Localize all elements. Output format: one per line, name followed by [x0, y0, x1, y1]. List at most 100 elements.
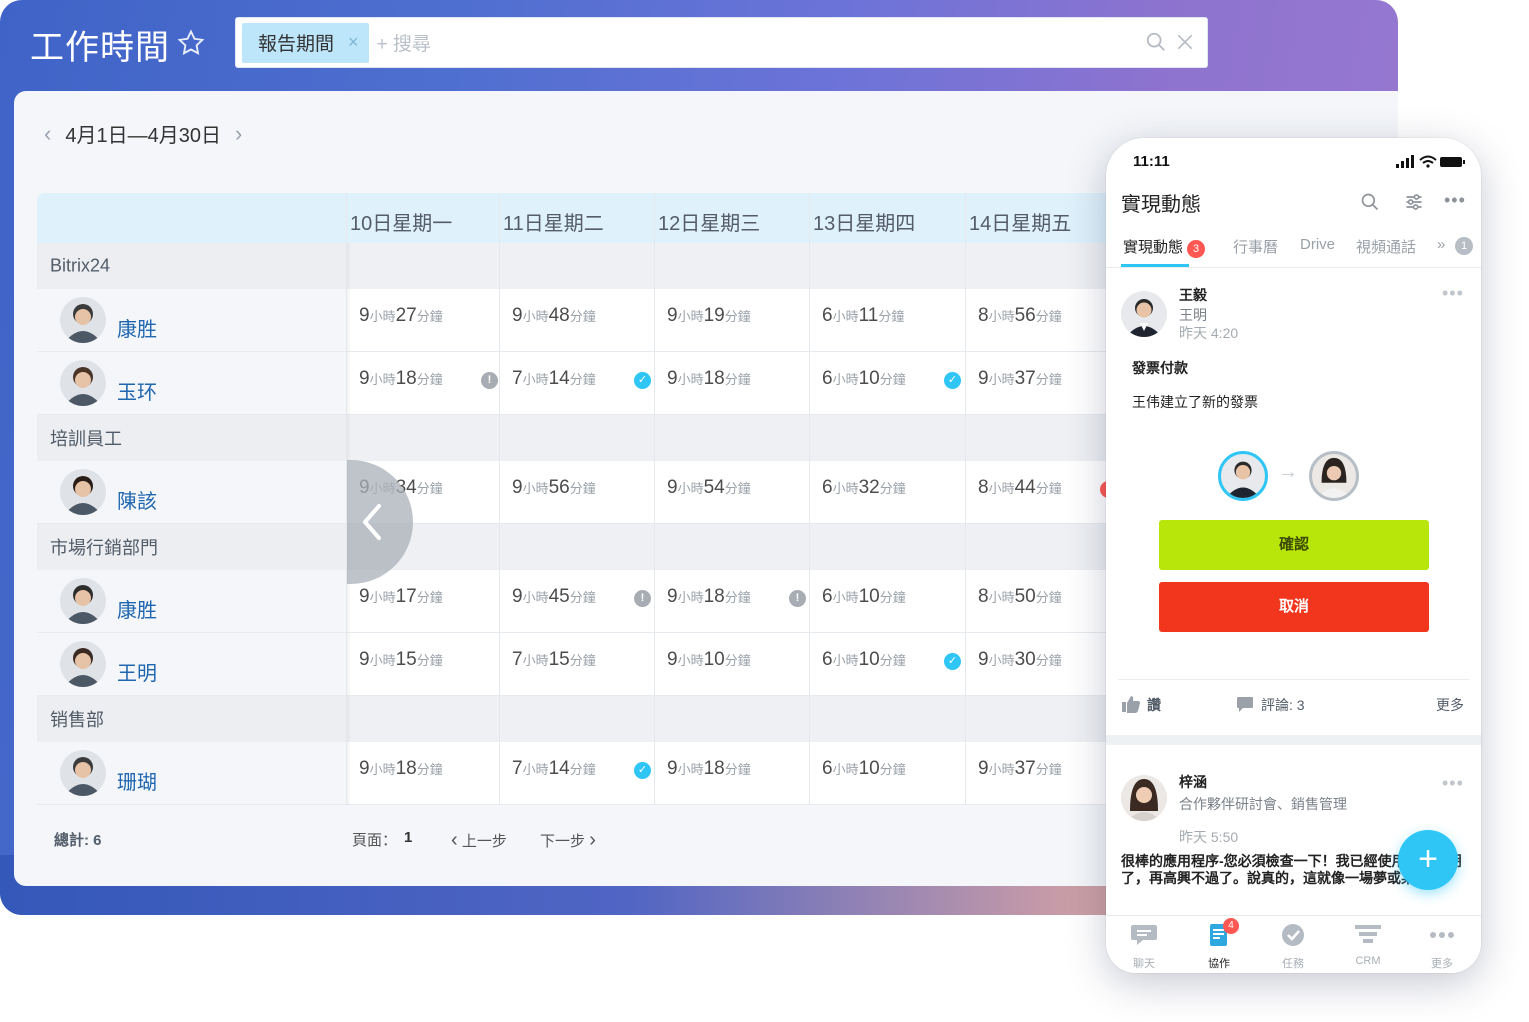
confirm-button[interactable]: 確認	[1159, 520, 1429, 570]
chip-close-icon[interactable]: ×	[348, 32, 359, 53]
prev-period-icon[interactable]: ‹	[44, 121, 51, 147]
minutes-value: 18	[703, 586, 725, 607]
employee-name[interactable]: 陳該	[117, 485, 157, 514]
work-time-cell[interactable]: 9小時10分鐘	[667, 649, 751, 671]
avatar[interactable]	[1121, 291, 1167, 337]
work-time-cell[interactable]: 6小時10分鐘	[822, 758, 906, 780]
cancel-button[interactable]: 取消	[1159, 582, 1429, 632]
work-time-cell[interactable]: 6小時10分鐘	[822, 368, 906, 390]
avatar[interactable]	[60, 578, 106, 624]
tabs-overflow-icon[interactable]: »	[1437, 236, 1445, 253]
avatar[interactable]	[60, 297, 106, 343]
work-time-cell[interactable]: 8小時44分鐘	[978, 477, 1062, 499]
work-time-cell[interactable]: 9小時18分鐘	[667, 586, 751, 608]
work-time-cell[interactable]: 9小時19分鐘	[667, 305, 751, 327]
employee-name[interactable]: 康胜	[117, 313, 157, 342]
post-menu-icon[interactable]: •••	[1442, 283, 1464, 304]
work-time-cell[interactable]: 9小時17分鐘	[359, 586, 443, 608]
work-time-cell[interactable]: 8小時50分鐘	[978, 586, 1062, 608]
hours-unit: 小時	[832, 653, 859, 668]
minutes-value: 10	[858, 368, 880, 389]
like-icon[interactable]	[1121, 695, 1141, 713]
tab-feed[interactable]: 實現動態 3	[1123, 236, 1206, 258]
work-time-cell[interactable]: 6小時10分鐘	[822, 586, 906, 608]
hours-value: 9	[512, 586, 523, 607]
nav-more[interactable]: 更多	[1412, 922, 1472, 971]
filter-settings-icon[interactable]	[1404, 192, 1424, 212]
next-page-button[interactable]: 下一步 ›	[540, 829, 596, 852]
prev-page-button[interactable]: ‹ 上一步	[451, 829, 507, 852]
employee-name[interactable]: 康胜	[117, 594, 157, 623]
work-time-cell[interactable]: 9小時48分鐘	[512, 305, 596, 327]
work-time-cell[interactable]: 9小時56分鐘	[512, 477, 596, 499]
minutes-value: 18	[395, 368, 417, 389]
work-time-cell[interactable]: 9小時37分鐘	[978, 368, 1062, 390]
nav-tasks[interactable]: 任務	[1263, 922, 1323, 971]
work-time-cell[interactable]: 7小時14分鐘	[512, 758, 596, 780]
work-time-cell[interactable]: 9小時18分鐘	[667, 368, 751, 390]
work-time-cell[interactable]: 9小時18分鐘	[359, 758, 443, 780]
warning-alert-icon[interactable]: !	[789, 590, 806, 607]
minutes-value: 27	[395, 305, 417, 326]
comments-count[interactable]: 評論: 3	[1261, 695, 1305, 715]
nav-crm[interactable]: CRM	[1338, 922, 1398, 967]
avatar[interactable]	[60, 750, 106, 796]
employee-name[interactable]: 珊瑚	[117, 766, 157, 795]
work-time-cell[interactable]: 7小時15分鐘	[512, 649, 596, 671]
filter-chip-period[interactable]: 報告期間 ×	[242, 22, 369, 63]
work-time-cell[interactable]: 9小時37分鐘	[978, 758, 1062, 780]
star-icon[interactable]	[176, 28, 206, 58]
tab-drive[interactable]: Drive	[1300, 236, 1335, 253]
approved-check-icon[interactable]: ✓	[634, 762, 651, 779]
minutes-value: 56	[548, 477, 570, 498]
next-period-icon[interactable]: ›	[235, 121, 242, 147]
approved-check-icon[interactable]: ✓	[944, 653, 961, 670]
avatar[interactable]	[60, 641, 106, 687]
tab-feed-label: 實現動態	[1123, 239, 1184, 256]
nav-collab[interactable]: 4 協作	[1189, 918, 1249, 971]
minutes-unit: 分鐘	[416, 653, 443, 668]
add-button[interactable]: +	[1398, 830, 1458, 890]
avatar[interactable]	[60, 469, 106, 515]
tab-video[interactable]: 視頻通話	[1356, 236, 1416, 257]
work-time-cell[interactable]: 8小時56分鐘	[978, 305, 1062, 327]
post-menu-icon[interactable]: •••	[1442, 773, 1464, 794]
search-icon[interactable]	[1145, 31, 1167, 53]
work-time-cell[interactable]: 9小時45分鐘	[512, 586, 596, 608]
tab-calendar[interactable]: 行事曆	[1233, 236, 1278, 257]
search-icon[interactable]	[1360, 192, 1380, 212]
warning-alert-icon[interactable]: !	[481, 372, 498, 389]
approved-check-icon[interactable]: ✓	[944, 372, 961, 389]
work-time-cell[interactable]: 9小時27分鐘	[359, 305, 443, 327]
post-more-link[interactable]: 更多	[1436, 695, 1464, 715]
work-time-cell[interactable]: 9小時18分鐘	[667, 758, 751, 780]
post-author[interactable]: 梓涵	[1179, 772, 1207, 792]
warning-alert-icon[interactable]: !	[634, 590, 651, 607]
search-input[interactable]: + 搜尋	[377, 29, 431, 56]
work-time-cell[interactable]: 6小時32分鐘	[822, 477, 906, 499]
close-icon[interactable]	[1175, 32, 1195, 52]
avatar[interactable]	[1309, 451, 1359, 501]
avatar[interactable]	[1121, 775, 1167, 821]
work-time-cell[interactable]: 9小時15分鐘	[359, 649, 443, 671]
employee-name[interactable]: 玉环	[117, 376, 157, 405]
minutes-unit: 分鐘	[1035, 309, 1062, 324]
like-label[interactable]: 讚	[1147, 695, 1161, 715]
search-bar[interactable]: 報告期間 × + 搜尋	[235, 17, 1208, 68]
work-time-cell[interactable]: 9小時54分鐘	[667, 477, 751, 499]
avatar[interactable]	[1218, 451, 1268, 501]
scroll-left-button[interactable]	[347, 460, 413, 584]
hours-value: 7	[512, 758, 523, 779]
post-author[interactable]: 王毅	[1179, 285, 1207, 305]
nav-chat[interactable]: 聊天	[1114, 922, 1174, 971]
approved-check-icon[interactable]: ✓	[634, 372, 651, 389]
work-time-cell[interactable]: 9小時30分鐘	[978, 649, 1062, 671]
more-icon[interactable]: •••	[1444, 190, 1466, 211]
employee-name[interactable]: 王明	[117, 657, 157, 686]
work-time-cell[interactable]: 7小時14分鐘	[512, 368, 596, 390]
work-time-cell[interactable]: 6小時11分鐘	[822, 305, 904, 327]
work-time-cell[interactable]: 9小時18分鐘	[359, 368, 443, 390]
avatar[interactable]	[60, 360, 106, 406]
work-time-cell[interactable]: 6小時10分鐘	[822, 649, 906, 671]
hours-value: 9	[667, 477, 678, 498]
